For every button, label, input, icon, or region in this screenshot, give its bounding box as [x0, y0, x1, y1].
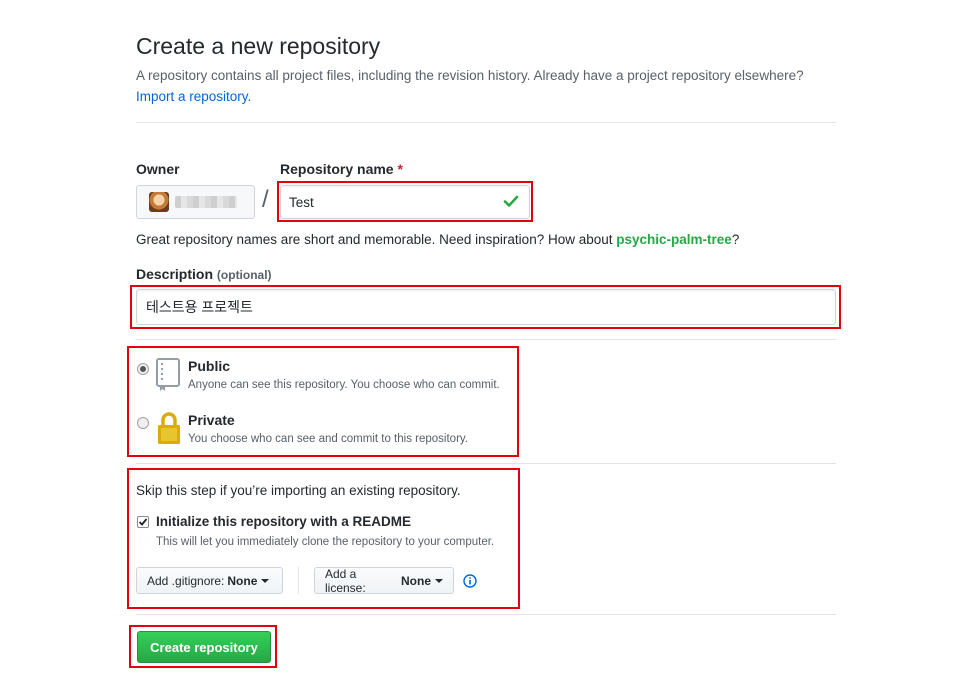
optional-tag: (optional)	[216, 268, 272, 282]
readme-desc: This will let you immediately clone the …	[156, 536, 495, 548]
license-label: Add a license:	[325, 566, 366, 595]
gitignore-dropdown[interactable]: Add .gitignore: None	[136, 567, 283, 594]
divider	[136, 339, 836, 340]
description-label: Description (optional)	[136, 266, 272, 282]
private-title: Private	[188, 412, 235, 428]
private-radio[interactable]	[137, 417, 149, 429]
skip-step-text: Skip this step if you’re importing an ex…	[136, 483, 461, 498]
divider	[136, 463, 836, 464]
private-desc: You choose who can see and commit to thi…	[188, 433, 468, 445]
owner-label: Owner	[136, 161, 180, 177]
caret-down-icon	[435, 578, 443, 583]
gitignore-value: None	[227, 573, 258, 588]
divider	[298, 567, 299, 594]
hint-suffix: ?	[731, 232, 740, 247]
description-value: 테스트용 프로젝트	[146, 299, 253, 315]
repo-name-value: Test	[289, 194, 314, 210]
readme-label[interactable]: Initialize this repository with a README	[156, 514, 411, 529]
subtitle-text: A repository contains all project files,…	[136, 68, 804, 83]
name-suggestion[interactable]: psychic-palm-tree	[616, 232, 732, 247]
lock-icon	[156, 411, 182, 450]
page-subtitle: A repository contains all project files,…	[136, 65, 856, 107]
repo-name-input[interactable]: Test	[280, 185, 530, 219]
description-label-text: Description	[136, 266, 214, 282]
import-repository-link[interactable]: Import a repository.	[136, 89, 251, 104]
owner-repo-separator: /	[262, 186, 269, 213]
checkmark-icon	[138, 518, 148, 526]
gitignore-label: Add .gitignore:	[147, 573, 225, 588]
repo-book-icon	[155, 358, 181, 397]
repo-name-label: Repository name *	[280, 161, 403, 177]
repo-name-label-text: Repository name	[280, 161, 394, 177]
repo-name-hint: Great repository names are short and mem…	[136, 230, 739, 250]
hint-text: Great repository names are short and mem…	[136, 232, 613, 247]
radio-dot	[140, 366, 146, 372]
required-marker: *	[397, 161, 403, 177]
owner-name-blurred	[175, 196, 237, 208]
page-title: Create a new repository	[136, 33, 381, 59]
owner-select[interactable]	[136, 185, 255, 219]
public-radio[interactable]	[137, 363, 149, 375]
avatar	[149, 192, 169, 212]
check-icon	[503, 193, 519, 212]
caret-down-icon	[261, 578, 270, 583]
info-icon[interactable]	[463, 574, 477, 593]
public-title: Public	[188, 358, 231, 374]
description-input[interactable]: 테스트용 프로젝트	[136, 289, 836, 325]
license-dropdown[interactable]: Add a license: None	[314, 566, 454, 595]
create-repository-button[interactable]: Create repository	[137, 631, 271, 663]
divider	[136, 122, 836, 123]
license-value: None	[401, 573, 431, 588]
readme-checkbox[interactable]	[137, 516, 149, 528]
public-desc: Anyone can see this repository. You choo…	[188, 379, 500, 391]
divider	[136, 614, 836, 615]
